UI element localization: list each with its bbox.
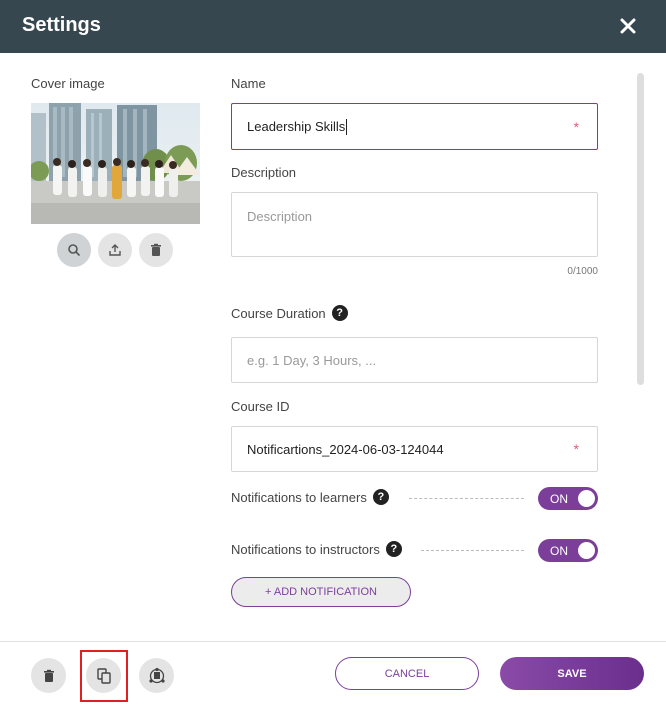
notif-learners-label: Notifications to learners ? — [231, 489, 389, 505]
duration-label: Course Duration ? — [231, 305, 348, 321]
toggle-knob — [578, 542, 595, 559]
dialog-header: Settings — [0, 0, 666, 53]
copy-icon[interactable] — [86, 658, 121, 693]
description-placeholder: Description — [247, 209, 313, 224]
help-icon[interactable]: ? — [385, 541, 402, 557]
cover-image-label: Cover image — [31, 76, 105, 91]
save-button[interactable]: SAVE — [500, 657, 644, 690]
help-icon[interactable]: ? — [372, 489, 389, 505]
toggle-state: ON — [550, 492, 568, 506]
upload-icon[interactable] — [98, 233, 132, 267]
name-value: Leadership Skills — [247, 119, 346, 134]
trash-icon[interactable] — [31, 658, 66, 693]
text-caret — [346, 118, 348, 135]
scrollbar[interactable] — [637, 73, 644, 385]
description-input[interactable]: Description — [231, 192, 598, 257]
name-label: Name — [231, 76, 266, 91]
course-id-input[interactable]: Notificartions_2024-06-03-124044 * — [231, 426, 598, 472]
duration-input[interactable]: e.g. 1 Day, 3 Hours, ... — [231, 337, 598, 383]
notif-learners-toggle[interactable]: ON — [538, 487, 598, 510]
search-icon[interactable] — [57, 233, 91, 267]
dotted-leader — [421, 550, 524, 551]
notif-instructors-toggle[interactable]: ON — [538, 539, 598, 562]
toggle-knob — [578, 490, 595, 507]
duration-label-text: Course Duration — [231, 305, 326, 321]
duration-placeholder: e.g. 1 Day, 3 Hours, ... — [247, 352, 377, 368]
notif-instructors-label-text: Notifications to instructors — [231, 541, 380, 557]
cancel-button[interactable]: CANCEL — [335, 657, 479, 690]
publish-icon[interactable] — [139, 658, 174, 693]
dialog-title: Settings — [22, 14, 101, 36]
required-mark: * — [573, 441, 579, 457]
description-counter: 0/1000 — [567, 266, 598, 277]
trash-icon[interactable] — [139, 233, 173, 267]
cover-image — [31, 103, 200, 224]
required-mark: * — [573, 118, 579, 135]
dialog-footer: CANCEL SAVE — [0, 641, 666, 705]
course-id-label-text: Course ID — [231, 399, 290, 414]
course-id-label: Course ID — [231, 399, 290, 414]
add-notification-button[interactable]: + ADD NOTIFICATION — [231, 577, 411, 607]
course-id-value: Notificartions_2024-06-03-124044 — [247, 441, 444, 457]
name-input[interactable]: Leadership Skills * — [231, 103, 598, 150]
notif-instructors-label: Notifications to instructors ? — [231, 541, 402, 557]
description-label-text: Description — [231, 165, 297, 180]
name-label-text: Name — [231, 76, 266, 91]
toggle-state: ON — [550, 544, 568, 558]
help-icon[interactable]: ? — [331, 305, 348, 321]
description-label: Description — [231, 165, 296, 180]
dotted-leader — [409, 498, 524, 499]
close-icon[interactable] — [616, 14, 640, 38]
notif-learners-label-text: Notifications to learners — [231, 489, 367, 505]
